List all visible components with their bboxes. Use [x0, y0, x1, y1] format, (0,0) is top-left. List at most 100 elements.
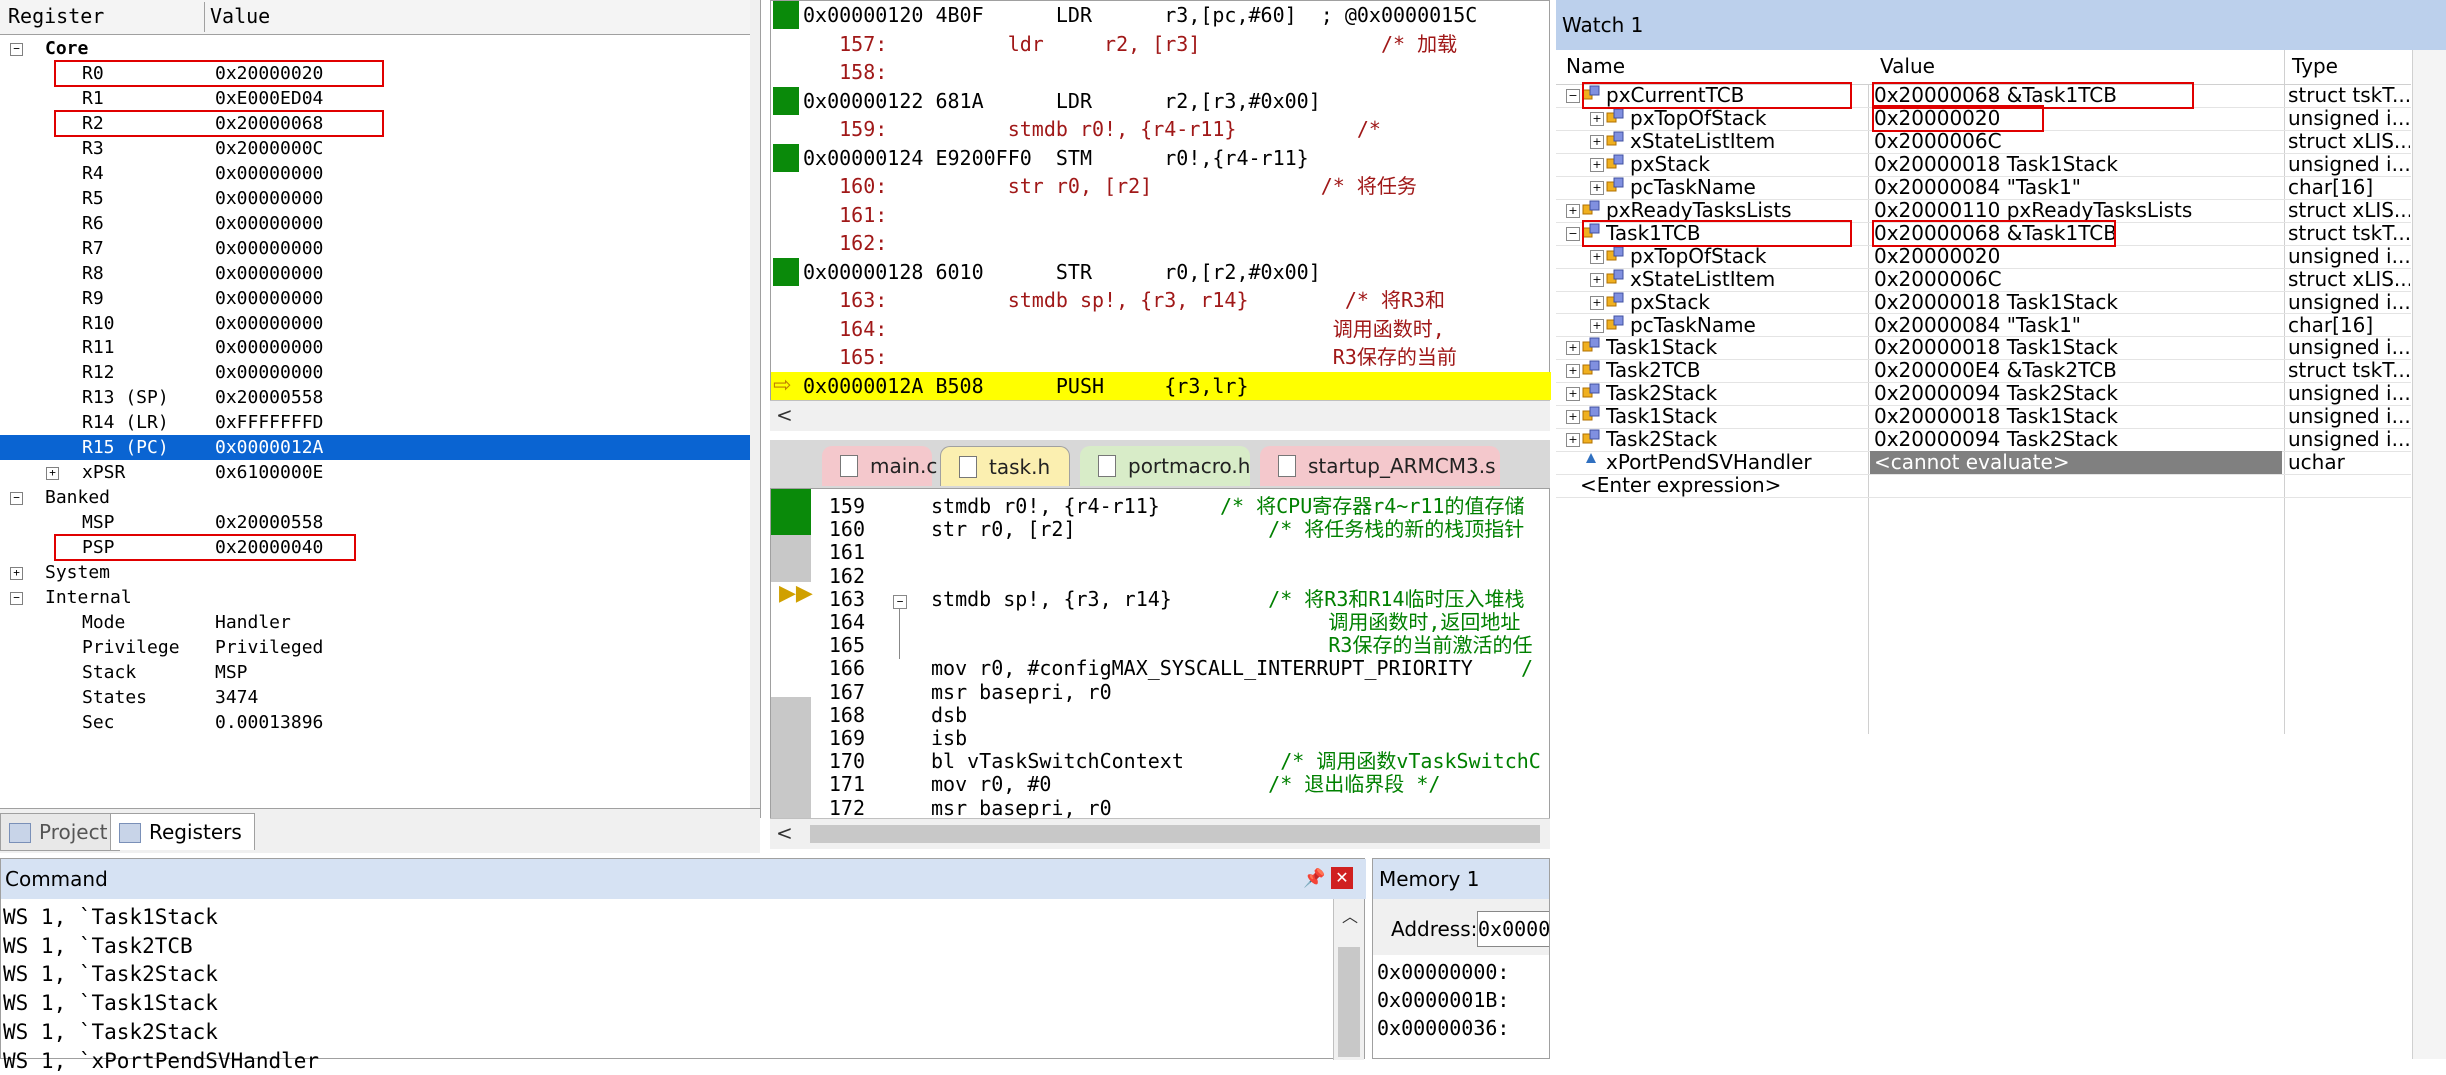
expand-icon[interactable]: +: [1566, 433, 1580, 447]
register-row[interactable]: R60x00000000: [0, 211, 758, 236]
watch-name-header[interactable]: Name: [1566, 54, 1625, 78]
register-row[interactable]: R13 (SP)0x20000558: [0, 385, 758, 410]
source-editor[interactable]: ▶▶ 159stmdb r0!, {r4-r11} /* 将CPU寄存器r4~r…: [770, 488, 1550, 848]
watch-name[interactable]: pxTopOfStack: [1630, 245, 1868, 268]
disasm-source-line[interactable]: 164: 调用函数时,: [771, 315, 1551, 344]
collapse-icon[interactable]: −: [1566, 227, 1580, 241]
tab-file[interactable]: startup_ARMCM3.s: [1260, 446, 1500, 486]
expand-icon[interactable]: +: [1590, 296, 1604, 310]
watch-value[interactable]: 0x20000018 Task1Stack: [1870, 153, 2282, 176]
expand-icon[interactable]: +: [1590, 135, 1604, 149]
collapse-icon[interactable]: −: [10, 43, 23, 56]
watch-value[interactable]: 0x2000006C: [1870, 130, 2282, 153]
source-line[interactable]: 169isb: [771, 727, 1550, 750]
expand-icon[interactable]: +: [1590, 181, 1604, 195]
register-row[interactable]: R80x00000000: [0, 261, 758, 286]
register-value[interactable]: Privileged: [215, 635, 323, 660]
scroll-up-icon[interactable]: ︿: [1342, 903, 1358, 927]
source-line[interactable]: 162: [771, 565, 1550, 588]
memory-address-input[interactable]: 0x00000000: [1477, 911, 1550, 947]
editor-h-scrollbar[interactable]: <: [770, 818, 1550, 849]
source-line[interactable]: 166mov r0, #configMAX_SYSCALL_INTERRUPT_…: [771, 657, 1550, 680]
tab-project[interactable]: Project: [0, 813, 120, 851]
watch-row[interactable]: +pxTopOfStack0x20000020unsigned i...: [1556, 245, 2411, 269]
collapse-icon[interactable]: −: [1566, 89, 1580, 103]
source-line[interactable]: 159stmdb r0!, {r4-r11} /* 将CPU寄存器r4~r11的…: [771, 495, 1550, 518]
watch-name[interactable]: pcTaskName: [1630, 314, 1868, 337]
expand-icon[interactable]: +: [1590, 158, 1604, 172]
watch-value[interactable]: 0x20000110 pxReadyTasksLists: [1870, 199, 2282, 222]
watch-name[interactable]: pcTaskName: [1630, 176, 1868, 199]
register-value[interactable]: 3474: [215, 685, 258, 710]
collapse-icon[interactable]: −: [10, 592, 23, 605]
watch-name[interactable]: Task2Stack: [1606, 382, 1868, 405]
register-value[interactable]: 0x6100000E: [215, 460, 323, 485]
watch-name[interactable]: Task2Stack: [1606, 428, 1868, 451]
watch-scrollbar[interactable]: [2412, 50, 2446, 1059]
watch-title-bar[interactable]: Watch 1: [1556, 0, 2446, 50]
register-row[interactable]: +System: [0, 560, 758, 585]
source-line[interactable]: 165 R3保存的当前激活的任: [771, 634, 1550, 657]
watch-row[interactable]: +Task1Stack0x20000018 Task1Stackunsigned…: [1556, 336, 2411, 360]
register-row[interactable]: PrivilegePrivileged: [0, 635, 758, 660]
watch-name[interactable]: Task2TCB: [1606, 359, 1868, 382]
expand-icon[interactable]: +: [1566, 204, 1580, 218]
register-row[interactable]: R15 (PC)0x0000012A: [0, 435, 758, 460]
register-value[interactable]: 0xFFFFFFFD: [215, 410, 323, 435]
source-line[interactable]: 171mov r0, #0 /* 退出临界段 */: [771, 773, 1550, 796]
watch-row[interactable]: +xStateListItem0x2000006Cstruct xLIS...: [1556, 268, 2411, 292]
watch-row[interactable]: +Task1Stack0x20000018 Task1Stackunsigned…: [1556, 405, 2411, 429]
register-column-header[interactable]: Register: [8, 4, 104, 28]
disasm-instruction-line[interactable]: 0x00000128 6010 STR r0,[r2,#0x00]: [771, 258, 1551, 287]
disassembly-h-scrollbar[interactable]: <: [770, 400, 1550, 431]
watch-name[interactable]: Task1Stack: [1606, 336, 1868, 359]
disasm-instruction-line[interactable]: 0x00000122 681A LDR r2,[r3,#0x00]: [771, 87, 1551, 116]
disasm-source-line[interactable]: 162:: [771, 229, 1551, 258]
watch-name[interactable]: pxStack: [1630, 153, 1868, 176]
register-row[interactable]: R90x00000000: [0, 286, 758, 311]
expand-icon[interactable]: +: [1590, 250, 1604, 264]
register-value[interactable]: 0x00000000: [215, 360, 323, 385]
watch-value-header[interactable]: Value: [1880, 54, 1935, 78]
register-value[interactable]: 0x0000012A: [215, 435, 323, 460]
register-value[interactable]: 0x00000000: [215, 236, 323, 261]
expand-icon[interactable]: +: [1590, 273, 1604, 287]
watch-value[interactable]: 0x2000006C: [1870, 268, 2282, 291]
watch-type-header[interactable]: Type: [2292, 54, 2338, 78]
watch-row[interactable]: +pcTaskName0x20000084 "Task1"char[16]: [1556, 176, 2411, 200]
watch-value[interactable]: 0x20000018 Task1Stack: [1870, 405, 2282, 428]
watch-row[interactable]: <Enter expression>: [1556, 474, 2411, 498]
source-line[interactable]: 160str r0, [r2] /* 将任务栈的新的栈顶指针: [771, 518, 1550, 541]
watch-value[interactable]: 0x20000084 "Task1": [1870, 314, 2282, 337]
register-value[interactable]: 0x00000000: [215, 335, 323, 360]
register-value[interactable]: 0x00000000: [215, 261, 323, 286]
watch-name[interactable]: pxReadyTasksLists: [1606, 199, 1868, 222]
disasm-source-line[interactable]: 160: str r0, [r2] /* 将任务: [771, 172, 1551, 201]
register-value[interactable]: 0x00000000: [215, 286, 323, 311]
register-value[interactable]: 0x00000000: [215, 211, 323, 236]
watch-row[interactable]: +pcTaskName0x20000084 "Task1"char[16]: [1556, 314, 2411, 338]
watch-value[interactable]: 0x20000094 Task2Stack: [1870, 382, 2282, 405]
register-value[interactable]: 0.00013896: [215, 710, 323, 735]
watch-value[interactable]: 0x20000084 "Task1": [1870, 176, 2282, 199]
register-value[interactable]: Handler: [215, 610, 291, 635]
command-scrollbar[interactable]: ︿: [1333, 899, 1364, 1060]
watch-name[interactable]: <Enter expression>: [1580, 474, 1870, 497]
tab-file[interactable]: portmacro.h: [1080, 446, 1250, 486]
tab-file[interactable]: main.c: [822, 446, 932, 486]
watch-name[interactable]: pxTopOfStack: [1630, 107, 1868, 130]
register-value[interactable]: 0x00000000: [215, 186, 323, 211]
watch-row[interactable]: +pxStack0x20000018 Task1Stackunsigned i.…: [1556, 291, 2411, 315]
watch-value[interactable]: 0x20000094 Task2Stack: [1870, 428, 2282, 451]
watch-value[interactable]: 0x20000020: [1870, 245, 2282, 268]
watch-value[interactable]: 0x20000018 Task1Stack: [1870, 336, 2282, 359]
register-value[interactable]: 0x2000000C: [215, 136, 323, 161]
expand-icon[interactable]: +: [10, 567, 23, 580]
watch-value[interactable]: <cannot evaluate>: [1870, 451, 2282, 474]
register-row[interactable]: R40x00000000: [0, 161, 758, 186]
disasm-instruction-line[interactable]: 0x00000124 E9200FF0 STM r0!,{r4-r11}: [771, 144, 1551, 173]
register-row[interactable]: StackMSP: [0, 660, 758, 685]
collapse-icon[interactable]: −: [10, 492, 23, 505]
close-icon[interactable]: ✕: [1331, 867, 1353, 889]
register-row[interactable]: R100x00000000: [0, 311, 758, 336]
